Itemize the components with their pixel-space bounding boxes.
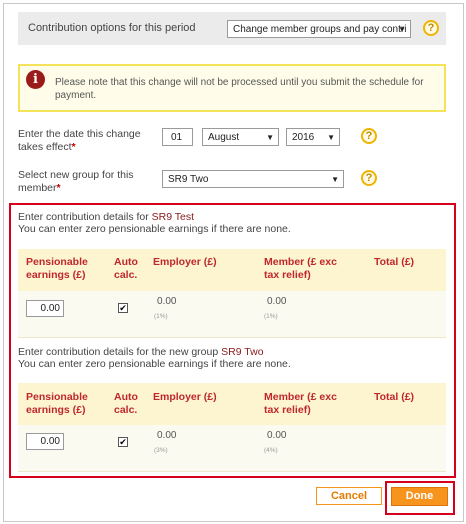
info-icon: i [26,70,45,89]
date-day-input[interactable]: 01 [162,128,193,146]
col-total: Total (£) [374,256,415,268]
contribution-options-label: Contribution options for this period [28,22,196,34]
auto-calc-checkbox[interactable]: ✔ [118,303,128,313]
col-auto-calc: Auto calc. [114,391,138,416]
member-percent: (1%) [264,313,278,320]
col-employer: Employer (£) [153,256,217,268]
col-employer: Employer (£) [153,391,217,403]
pensionable-earnings-input[interactable]: 0.00 [26,300,64,317]
done-button[interactable]: Done [391,487,448,506]
col-auto-calc: Auto calc. [114,256,138,281]
chevron-down-icon: ▼ [398,25,406,34]
member-percent: (4%) [264,447,278,454]
help-icon[interactable]: ? [361,170,377,186]
contribution-options-select[interactable]: Change member groups and pay contri ▼ [227,20,411,38]
effective-date-label: Enter the date this change takes effect* [18,128,141,153]
employer-percent: (1%) [154,313,168,320]
pensionable-earnings-input[interactable]: 0.00 [26,433,64,450]
help-icon[interactable]: ? [361,128,377,144]
notice-text: Please note that this change will not be… [55,77,424,101]
section-new-subtext: You can enter zero pensionable earnings … [18,358,291,370]
chevron-down-icon: ▼ [327,133,335,142]
date-month-select[interactable]: August ▼ [202,128,279,146]
auto-calc-checkbox[interactable]: ✔ [118,437,128,447]
date-year-select[interactable]: 2016 ▼ [286,128,340,146]
col-pensionable-earnings: Pensionable earnings (£) [26,391,88,416]
new-group-select[interactable]: SR9 Two ▼ [162,170,344,188]
col-member: Member (£ exc tax relief) [264,391,337,416]
member-value: 0.00 [267,430,287,441]
chevron-down-icon: ▼ [331,175,339,184]
employer-value: 0.00 [157,430,177,441]
employer-percent: (3%) [154,447,168,454]
col-total: Total (£) [374,391,415,403]
member-value: 0.00 [267,296,287,307]
section-current-table-row [18,291,446,338]
chevron-down-icon: ▼ [266,133,274,142]
cancel-button[interactable]: Cancel [316,487,382,505]
col-pensionable-earnings: Pensionable earnings (£) [26,256,88,281]
new-group-label: Select new group for this member* [18,169,134,194]
section-current-subtext: You can enter zero pensionable earnings … [18,223,291,235]
section-new-table-row [18,425,446,472]
employer-value: 0.00 [157,296,177,307]
help-icon[interactable]: ? [423,20,439,36]
col-member: Member (£ exc tax relief) [264,256,337,281]
